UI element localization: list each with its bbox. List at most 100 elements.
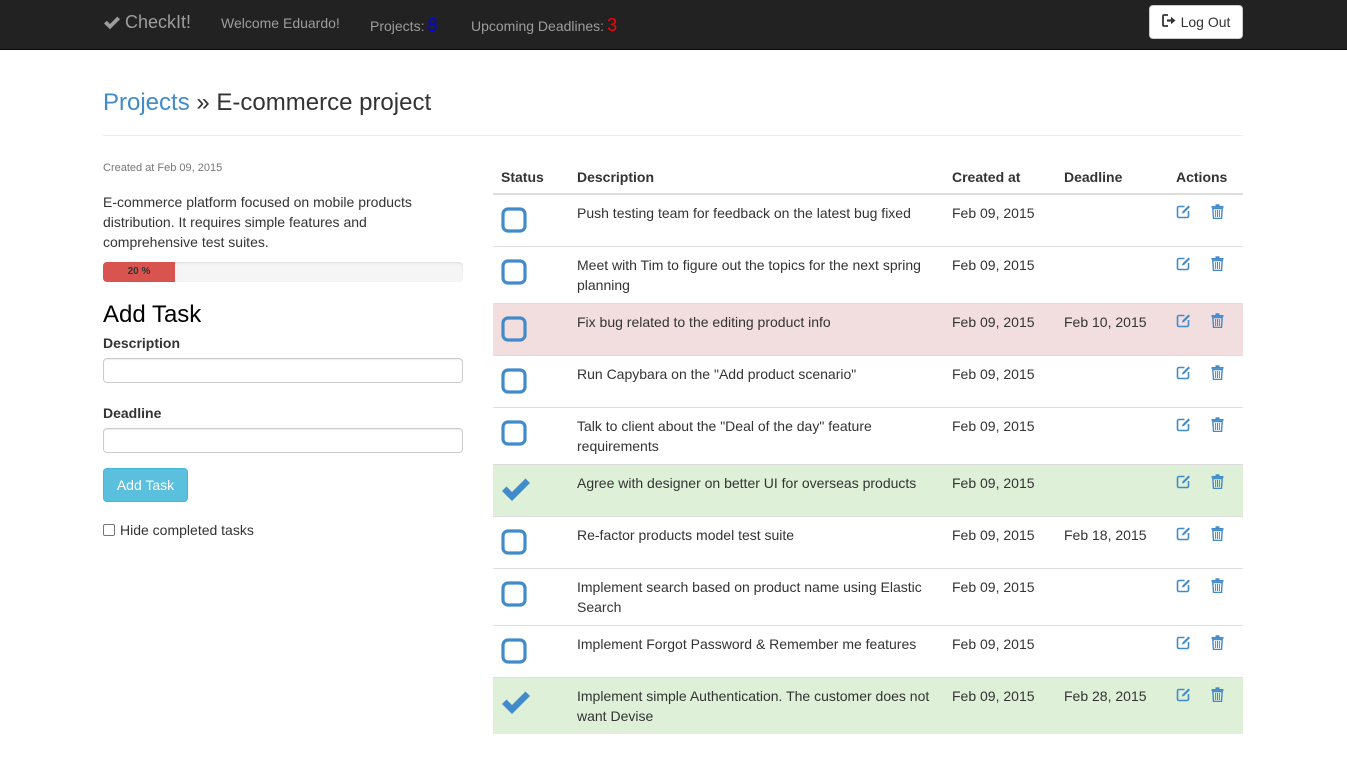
edit-icon[interactable]	[1176, 256, 1191, 276]
task-row: Push testing team for feedback on the la…	[493, 193, 1243, 247]
hide-completed-checkbox[interactable]	[103, 524, 115, 536]
task-description: Implement search based on product name u…	[569, 568, 944, 626]
task-created: Feb 09, 2015	[944, 464, 1056, 517]
add-task-button[interactable]: Add Task	[103, 468, 188, 502]
nav-deadlines-link[interactable]: Upcoming Deadlines: 3	[471, 15, 617, 36]
task-description: Fix bug related to the editing product i…	[569, 303, 944, 356]
table-body: Push testing team for feedback on the la…	[493, 193, 1243, 734]
trash-icon[interactable]	[1211, 526, 1224, 546]
project-sidebar: Created at Feb 09, 2015 E-commerce platf…	[103, 160, 463, 538]
description-label: Description	[103, 335, 181, 351]
task-row: Implement simple Authentication. The cus…	[493, 677, 1243, 734]
task-actions	[1168, 355, 1243, 408]
task-actions	[1168, 568, 1243, 626]
header-status: Status	[493, 160, 569, 195]
task-checkbox-icon[interactable]	[501, 420, 561, 451]
trash-icon[interactable]	[1211, 313, 1224, 333]
trash-icon[interactable]	[1211, 687, 1224, 707]
trash-icon[interactable]	[1211, 474, 1224, 494]
task-deadline	[1056, 407, 1168, 465]
brand-link[interactable]: CheckIt!	[103, 12, 191, 33]
task-done-check-icon[interactable]	[501, 690, 561, 721]
edit-icon[interactable]	[1176, 365, 1191, 385]
task-done-check-icon[interactable]	[501, 477, 561, 508]
task-created: Feb 09, 2015	[944, 568, 1056, 626]
task-row: Implement Forgot Password & Remember me …	[493, 625, 1243, 678]
table-header-row: Status Description Created at Deadline A…	[493, 160, 1243, 195]
projects-count: 8	[427, 15, 438, 35]
hide-completed-row[interactable]: Hide completed tasks	[103, 522, 463, 538]
sign-out-icon	[1161, 14, 1177, 30]
task-checkbox-icon[interactable]	[501, 259, 561, 290]
task-status-cell	[493, 355, 569, 408]
edit-icon[interactable]	[1176, 578, 1191, 598]
nav-projects-link[interactable]: Projects: 8	[370, 15, 437, 36]
projects-label: Projects:	[370, 18, 425, 34]
trash-icon[interactable]	[1211, 635, 1224, 655]
edit-icon[interactable]	[1176, 526, 1191, 546]
task-created: Feb 09, 2015	[944, 677, 1056, 734]
task-actions	[1168, 677, 1243, 734]
logout-button[interactable]: Log Out	[1149, 5, 1243, 39]
trash-icon[interactable]	[1211, 417, 1224, 437]
task-deadline	[1056, 625, 1168, 678]
task-actions	[1168, 516, 1243, 569]
task-actions	[1168, 246, 1243, 304]
task-status-cell	[493, 193, 569, 247]
trash-icon[interactable]	[1211, 578, 1224, 598]
edit-icon[interactable]	[1176, 474, 1191, 494]
task-checkbox-icon[interactable]	[501, 638, 561, 669]
task-row: Talk to client about the "Deal of the da…	[493, 407, 1243, 465]
task-checkbox-icon[interactable]	[501, 207, 561, 238]
task-deadline	[1056, 193, 1168, 247]
task-created: Feb 09, 2015	[944, 407, 1056, 465]
task-status-cell	[493, 677, 569, 734]
deadlines-label: Upcoming Deadlines:	[471, 18, 605, 34]
checkmark-icon	[103, 15, 121, 31]
task-status-cell	[493, 303, 569, 356]
task-created: Feb 09, 2015	[944, 625, 1056, 678]
task-row: Meet with Tim to figure out the topics f…	[493, 246, 1243, 304]
page-header: Projects » E-commerce project	[103, 88, 1243, 136]
tasks-table: Status Description Created at Deadline A…	[493, 160, 1243, 734]
task-status-cell	[493, 516, 569, 569]
task-deadline: Feb 18, 2015	[1056, 516, 1168, 569]
deadline-input[interactable]	[103, 428, 463, 453]
deadline-label: Deadline	[103, 405, 162, 421]
task-checkbox-icon[interactable]	[501, 529, 561, 560]
edit-icon[interactable]	[1176, 417, 1191, 437]
task-created: Feb 09, 2015	[944, 246, 1056, 304]
task-description: Agree with designer on better UI for ove…	[569, 464, 944, 517]
deadlines-count: 3	[607, 15, 618, 35]
task-status-cell	[493, 625, 569, 678]
task-row: Fix bug related to the editing product i…	[493, 303, 1243, 356]
trash-icon[interactable]	[1211, 204, 1224, 224]
navbar: CheckIt! Welcome Eduardo! Projects: 8 Upc…	[0, 0, 1347, 50]
task-deadline: Feb 28, 2015	[1056, 677, 1168, 734]
task-created: Feb 09, 2015	[944, 193, 1056, 247]
task-deadline	[1056, 355, 1168, 408]
task-actions	[1168, 464, 1243, 517]
trash-icon[interactable]	[1211, 256, 1224, 276]
progress-bar-track: 20 %	[103, 262, 463, 282]
task-checkbox-icon[interactable]	[501, 581, 561, 612]
trash-icon[interactable]	[1211, 365, 1224, 385]
hide-completed-label[interactable]: Hide completed tasks	[120, 522, 254, 538]
edit-icon[interactable]	[1176, 687, 1191, 707]
task-deadline	[1056, 246, 1168, 304]
task-actions	[1168, 303, 1243, 356]
progress-bar: 20 %	[103, 262, 175, 282]
edit-icon[interactable]	[1176, 204, 1191, 224]
task-created: Feb 09, 2015	[944, 303, 1056, 356]
header-deadline: Deadline	[1056, 160, 1168, 195]
task-checkbox-icon[interactable]	[501, 368, 561, 399]
edit-icon[interactable]	[1176, 313, 1191, 333]
header-created: Created at	[944, 160, 1056, 195]
breadcrumb-projects-link[interactable]: Projects	[103, 89, 190, 116]
task-deadline: Feb 10, 2015	[1056, 303, 1168, 356]
edit-icon[interactable]	[1176, 635, 1191, 655]
task-row: Agree with designer on better UI for ove…	[493, 464, 1243, 517]
description-input[interactable]	[103, 358, 463, 383]
welcome-text: Welcome Eduardo!	[221, 15, 340, 31]
task-checkbox-icon[interactable]	[501, 316, 561, 347]
